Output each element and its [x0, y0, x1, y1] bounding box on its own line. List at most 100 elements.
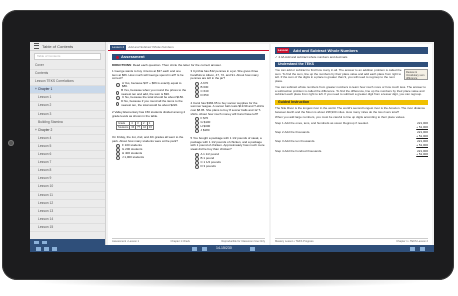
toc-item[interactable]: Lesson 4 — [30, 135, 105, 143]
toc-item[interactable]: Cover — [30, 62, 105, 71]
question-text: 5 You bought a package with 1 1/2 pounds… — [190, 136, 265, 151]
toc-item[interactable]: Lesson 2 — [30, 102, 105, 111]
step-number: 221,000 + 51,000 — [396, 140, 428, 147]
toc-item[interactable]: Lesson 6 — [30, 151, 105, 160]
step-number: 221,000 + 51,000 — [396, 131, 428, 138]
step-label: Step 4 Add the hundred thousands. — [275, 148, 323, 153]
addend: + 51,000 — [416, 143, 428, 147]
paragraph: When you add large numbers, you must be … — [275, 115, 406, 120]
vocabulary-box: Review & Vocabulary sum difference — [404, 69, 428, 80]
paragraph: The Nile River is the longest river in t… — [275, 105, 426, 114]
step-label: Step 2 Add the thousands. — [275, 130, 311, 135]
page-footer: Mastery Lesson • TEKS Progress Chapter 1… — [275, 238, 428, 243]
sidebar-header: Table of Contents — [30, 42, 105, 51]
toc-item[interactable]: Lesson 12 — [30, 200, 105, 208]
toc-item[interactable]: Lesson 5 — [30, 143, 105, 152]
intro-row: You can add or subtract to find how many… — [275, 68, 428, 84]
step-row: Step 4 Add the hundred thousands. 221,000… — [275, 148, 428, 157]
page-indicator: 14-15/230 — [216, 246, 232, 250]
right-page: Lesson 2 Add and Subtract Whole Numbers … — [271, 44, 432, 245]
addend: + 51,000 — [416, 133, 428, 138]
toc-item[interactable]: Building Stamina — [30, 119, 105, 127]
toc-item[interactable]: Lesson 7 — [30, 159, 105, 168]
book-spread: Lesson 2 Add and Subtract Whole Numbers … — [108, 44, 432, 245]
reader-toolbar: 14-15/230 — [30, 245, 434, 252]
page-header: Lesson 2 Add and Subtract Whole Numbers — [108, 44, 269, 51]
question-text: 3 Cynthia has 842 pennies in a jar. She … — [190, 69, 259, 81]
toc-list: Cover Contents Lesson TEKS Correlations + C… — [30, 62, 105, 232]
toc-item[interactable]: Lesson 11 — [30, 192, 105, 200]
toc-item[interactable]: Lesson 14 — [30, 216, 105, 224]
toc-item[interactable]: Lesson 8 — [30, 167, 105, 176]
app-screen: Table of Contents Table of Contents Cove… — [30, 42, 434, 252]
question-spacer — [191, 169, 266, 173]
toc-item[interactable]: + Chapter 1 — [30, 86, 105, 95]
lesson-title: Add and Subtract Whole Numbers — [293, 48, 358, 53]
page-button-icon[interactable] — [202, 246, 207, 251]
table-cell: Students — [115, 124, 131, 130]
prev-page-button-icon[interactable] — [192, 246, 197, 251]
toc-item[interactable]: Contents — [30, 70, 105, 79]
toc-item[interactable]: Lesson TEKS Correlations — [30, 78, 105, 87]
page-footer: Assessment • Lesson 1 Chapter 1 Check Re… — [112, 238, 265, 243]
section-header: Understand the TEKS — [275, 62, 428, 67]
question-text: 2 Valley Elementary has 150 students div… — [112, 110, 185, 118]
grade-table: Grade 4 3 2 1 Students 36?? 42 33 — [115, 120, 154, 130]
menu-icon[interactable] — [34, 43, 39, 49]
toc-item[interactable]: Lesson 3 — [30, 111, 105, 119]
footer-center: Chapter 1 Check — [170, 240, 190, 243]
step-row: Step 1 Add the ones, tens, and hundreds … — [275, 121, 428, 129]
assessment-title: Assessment — [121, 54, 145, 59]
question-columns: 1 George wants to buy 4 items at $37 eac… — [112, 69, 266, 173]
toc-item[interactable]: + Chapter 2 — [30, 127, 105, 135]
camera-icon — [8, 140, 14, 146]
lesson-tab: Lesson 2 — [110, 44, 127, 50]
addend: + 51,000 — [416, 124, 428, 129]
lesson-badge: Lesson 2 — [277, 48, 289, 57]
step-number: 221,000 + 51,000 — [396, 121, 428, 129]
fullscreen-button-icon[interactable] — [420, 246, 425, 251]
lesson-title-bar: Lesson 2 Add and Subtract Whole Numbers — [275, 47, 428, 57]
step-row: Step 3 Add the ten thousands. 221,000 + 51… — [275, 140, 428, 147]
teks-standard: ✓ 4.4A Add and subtract whole numbers an… — [275, 55, 348, 59]
footer-right: Chapter 1 • TEKS Lesson 2 — [396, 240, 428, 243]
sidebar-footer-button-icon[interactable] — [42, 240, 47, 244]
question-column-left: 1 George wants to buy 4 items at $37 eac… — [112, 69, 187, 173]
section-header: Guided Instruction — [275, 99, 428, 105]
question-text: 4 Carol has $384.95 to buy soccer suppli… — [190, 100, 264, 116]
toc-item[interactable]: Lesson 10 — [30, 183, 105, 192]
footer-left: Assessment • Lesson 1 — [112, 240, 140, 243]
question-spacer — [112, 160, 187, 164]
footer-right: Reproducible for Classroom Use Only — [221, 240, 265, 243]
addend: + 51,000 — [416, 152, 428, 157]
toc-item[interactable]: Lesson 15 — [30, 224, 105, 232]
directions: DIRECTIONS: Read each question. Then cir… — [112, 63, 265, 67]
sidebar-footer-button-icon[interactable] — [34, 240, 39, 244]
question-text: 1 George wants to buy 4 items at $37 eac… — [112, 69, 184, 81]
search-button-icon[interactable] — [52, 246, 57, 251]
directions-label: DIRECTIONS — [112, 63, 132, 67]
question-column-right: 3 Cynthia has 842 pennies in a jar. She … — [190, 69, 266, 173]
toc-item[interactable]: Lesson 9 — [30, 175, 105, 184]
directions-text: : Read each question. Then circle the le… — [131, 63, 222, 67]
bullet-icon — [116, 55, 119, 59]
lesson-subtitle: Add and Subtract Whole Numbers — [128, 45, 174, 49]
step-label: Step 1 Add the ones, tens, and hundreds … — [275, 121, 369, 126]
toc-button-icon[interactable] — [36, 246, 41, 251]
bookmark-button-icon[interactable] — [44, 246, 49, 251]
left-page: Lesson 2 Add and Subtract Whole Numbers … — [108, 44, 269, 245]
steps-list: Step 1 Add the ones, tens, and hundreds … — [271, 121, 432, 157]
step-label: Step 3 Add the ten thousands. — [275, 139, 316, 144]
assessment-bar: Assessment — [112, 54, 265, 60]
question-text: On Friday, the 1st, 2nd, and 4th grades … — [112, 134, 184, 143]
zoom-button-icon[interactable] — [410, 246, 415, 251]
toc-item[interactable]: Lesson 1 — [30, 94, 105, 103]
toc-search-input[interactable]: Table of Contents — [34, 53, 101, 60]
next-page-button-icon[interactable] — [250, 246, 255, 251]
paragraph: You can subtract whole numbers from grea… — [275, 84, 426, 97]
footer-left: Mastery Lesson • TEKS Progress — [275, 240, 314, 243]
answer-option[interactable]: D No, because if you round all the items… — [112, 99, 187, 107]
step-row: Step 2 Add the thousands. 221,000 + 51,000 — [275, 130, 428, 138]
toc-item[interactable]: Lesson 13 — [30, 208, 105, 216]
step-number: 221,000 + 51,000 — [396, 149, 428, 157]
